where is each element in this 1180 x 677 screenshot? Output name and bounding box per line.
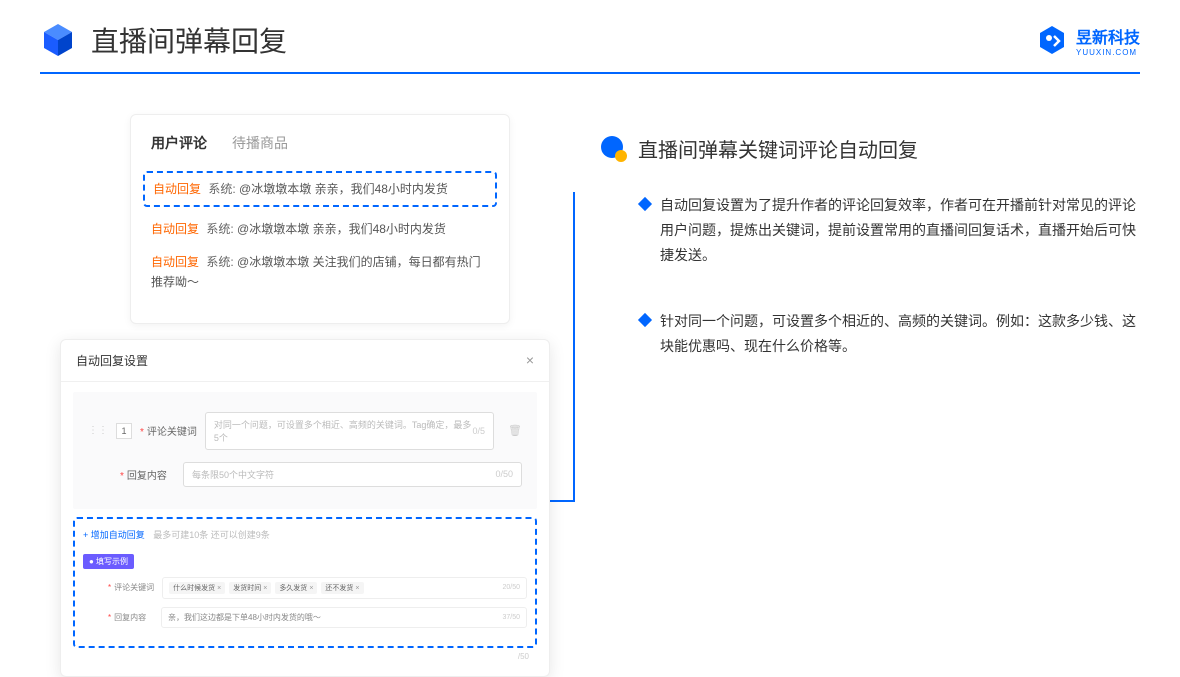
left-panel: 用户评论 待播商品 自动回复 系统: @冰墩墩本墩 亲亲，我们48小时内发货 自… xyxy=(60,114,560,677)
example-tags-input[interactable]: 什么时候发货× 发货时间× 多久发货× 还不发货× 20/50 xyxy=(162,577,527,599)
row-number: 1 xyxy=(116,423,132,439)
right-panel: 直播间弹幕关键词评论自动回复 自动回复设置为了提升作者的评论回复效率，作者可在开… xyxy=(600,114,1140,677)
example-keyword-counter: 20/50 xyxy=(502,584,520,591)
diamond-bullet-icon xyxy=(638,312,652,326)
trash-icon[interactable]: 🗑 xyxy=(508,424,522,437)
header-left: 直播间弹幕回复 xyxy=(40,20,287,60)
example-content-counter: 37/50 xyxy=(502,614,520,621)
comment-item: 自动回复 系统: @冰墩墩本墩 亲亲，我们48小时内发货 xyxy=(151,219,489,239)
brand-name-cn: 昱新科技 xyxy=(1076,24,1140,48)
form-row-content: *回复内容 每条限50个中文字符 0/50 xyxy=(88,462,522,487)
page-title: 直播间弹幕回复 xyxy=(91,20,287,60)
keyword-counter: 0/5 xyxy=(473,426,486,436)
comment-item-highlighted: 自动回复 系统: @冰墩墩本墩 亲亲，我们48小时内发货 xyxy=(143,171,497,207)
example-content-row: *回复内容 亲，我们这边都是下单48小时内发货的哦～ 37/50 xyxy=(83,607,527,628)
bubble-icon xyxy=(600,135,628,163)
tag: 还不发货× xyxy=(321,582,363,594)
tab-pending-products[interactable]: 待播商品 xyxy=(232,133,288,153)
example-content-text: 亲，我们这边都是下单48小时内发货的哦～ xyxy=(168,612,321,623)
tab-user-comments[interactable]: 用户评论 xyxy=(151,133,207,153)
bullet-text: 自动回复设置为了提升作者的评论回复效率，作者可在开播前针对常见的评论用户问题，提… xyxy=(660,193,1140,269)
cube-icon xyxy=(40,22,76,58)
form-section: ⋮⋮ 1 *评论关键词 对同一个问题，可设置多个相近、高频的关键词。Tag确定，… xyxy=(73,392,537,509)
example-section: + 增加自动回复 最多可建10条 还可以创建9条 ● 填写示例 *评论关键词 什… xyxy=(73,517,537,648)
add-auto-reply-link[interactable]: + 增加自动回复 xyxy=(83,528,145,541)
keyword-input[interactable]: 对同一个问题，可设置多个相近、高频的关键词。Tag确定，最多5个 0/5 xyxy=(205,412,494,450)
section-title: 直播间弹幕关键词评论自动回复 xyxy=(638,134,918,163)
example-badge: ● 填写示例 xyxy=(83,554,134,569)
content-counter: 0/50 xyxy=(495,469,513,479)
comments-card: 用户评论 待播商品 自动回复 系统: @冰墩墩本墩 亲亲，我们48小时内发货 自… xyxy=(130,114,510,324)
tabs: 用户评论 待播商品 xyxy=(151,133,489,153)
drag-handle-icon[interactable]: ⋮⋮ xyxy=(88,425,108,436)
close-icon[interactable]: × xyxy=(526,352,534,368)
main-content: 用户评论 待播商品 自动回复 系统: @冰墩墩本墩 亲亲，我们48小时内发货 自… xyxy=(0,74,1180,677)
brand-icon xyxy=(1036,24,1068,56)
settings-title: 自动回复设置 xyxy=(76,352,148,369)
comment-text: @冰墩墩本墩 亲亲，我们48小时内发货 xyxy=(239,182,448,196)
bullet-text: 针对同一个问题，可设置多个相近的、高频的关键词。例如：这款多少钱、这块能优惠吗、… xyxy=(660,309,1140,359)
tag: 什么时候发货× xyxy=(169,582,225,594)
settings-card: 自动回复设置 × ⋮⋮ 1 *评论关键词 对同一个问题，可设置多个相近、高频的关… xyxy=(60,339,550,677)
system-label: 系统: xyxy=(206,222,233,236)
page-header: 直播间弹幕回复 昱新科技 YUUXIN.COM xyxy=(0,0,1180,60)
comment-text: @冰墩墩本墩 亲亲，我们48小时内发货 xyxy=(237,222,446,236)
system-label: 系统: xyxy=(208,182,235,196)
example-keyword-label: *评论关键词 xyxy=(108,582,154,593)
tag: 多久发货× xyxy=(275,582,317,594)
content-input[interactable]: 每条限50个中文字符 0/50 xyxy=(183,462,522,487)
bullet-list: 自动回复设置为了提升作者的评论回复效率，作者可在开播前针对常见的评论用户问题，提… xyxy=(600,193,1140,359)
system-label: 系统: xyxy=(206,255,233,269)
keyword-label: *评论关键词 xyxy=(140,423,197,438)
brand-name-en: YUUXIN.COM xyxy=(1076,48,1137,57)
content-label: *回复内容 xyxy=(120,467,175,482)
bottom-counter: /50 xyxy=(61,652,549,661)
auto-reply-label: 自动回复 xyxy=(151,222,199,236)
example-keyword-row: *评论关键词 什么时候发货× 发货时间× 多久发货× 还不发货× 20/50 xyxy=(83,577,527,599)
settings-header: 自动回复设置 × xyxy=(61,340,549,382)
example-content-label: *回复内容 xyxy=(108,612,153,623)
brand-text: 昱新科技 YUUXIN.COM xyxy=(1076,24,1140,57)
tag: 发货时间× xyxy=(229,582,271,594)
brand-logo: 昱新科技 YUUXIN.COM xyxy=(1036,24,1140,57)
form-row-keyword: ⋮⋮ 1 *评论关键词 对同一个问题，可设置多个相近、高频的关键词。Tag确定，… xyxy=(88,412,522,450)
example-content-input[interactable]: 亲，我们这边都是下单48小时内发货的哦～ 37/50 xyxy=(161,607,527,628)
auto-reply-label: 自动回复 xyxy=(153,182,201,196)
add-hint: 最多可建10条 还可以创建9条 xyxy=(153,530,270,540)
auto-reply-label: 自动回复 xyxy=(151,255,199,269)
comment-text: @冰墩墩本墩 关注我们的店铺，每日都有热门推荐呦～ xyxy=(151,255,481,289)
section-header: 直播间弹幕关键词评论自动回复 xyxy=(600,134,1140,163)
comment-item: 自动回复 系统: @冰墩墩本墩 关注我们的店铺，每日都有热门推荐呦～ xyxy=(151,252,489,293)
bullet-item: 自动回复设置为了提升作者的评论回复效率，作者可在开播前针对常见的评论用户问题，提… xyxy=(640,193,1140,269)
bullet-item: 针对同一个问题，可设置多个相近的、高频的关键词。例如：这款多少钱、这块能优惠吗、… xyxy=(640,309,1140,359)
diamond-bullet-icon xyxy=(638,197,652,211)
